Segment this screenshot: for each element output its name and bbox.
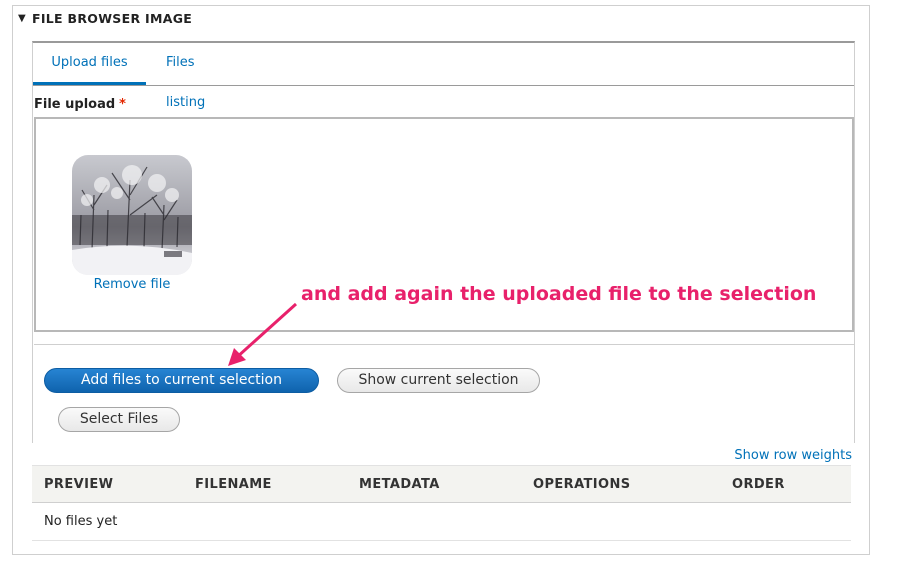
- annotation-arrow-icon: [228, 302, 298, 366]
- fieldset-legend[interactable]: ▼ FILE BROWSER IMAGE: [18, 11, 192, 26]
- required-marker: *: [119, 97, 126, 112]
- add-files-to-selection-button[interactable]: Add files to current selection: [44, 368, 319, 393]
- remove-file-link[interactable]: Remove file: [82, 277, 182, 292]
- column-preview: PREVIEW: [32, 465, 183, 503]
- file-upload-label: File upload *: [34, 97, 126, 112]
- table-header-row: PREVIEW FILENAME METADATA OPERATIONS ORD…: [32, 465, 851, 503]
- table-row: No files yet: [32, 502, 851, 541]
- tab-upload-files[interactable]: Upload files: [33, 43, 146, 85]
- uploaded-image-thumbnail: [72, 155, 192, 275]
- column-filename: FILENAME: [183, 465, 347, 503]
- collapse-triangle-icon[interactable]: ▼: [18, 13, 26, 24]
- column-metadata: METADATA: [347, 465, 521, 503]
- fieldset-title: FILE BROWSER IMAGE: [32, 11, 193, 26]
- snowy-forest-image-icon: [72, 155, 192, 275]
- section-divider: [34, 344, 854, 345]
- files-table: PREVIEW FILENAME METADATA OPERATIONS ORD…: [32, 465, 851, 541]
- show-row-weights-link[interactable]: Show row weights: [734, 448, 852, 463]
- column-order: ORDER: [720, 465, 851, 503]
- show-current-selection-button[interactable]: Show current selection: [337, 368, 540, 393]
- annotation-callout: and add again the uploaded file to the s…: [297, 283, 821, 305]
- column-operations: OPERATIONS: [521, 465, 720, 503]
- select-files-button[interactable]: Select Files: [58, 407, 180, 432]
- tab-files-listing[interactable]: Files listing: [166, 43, 236, 110]
- empty-table-message: No files yet: [32, 502, 851, 541]
- tab-bar: Upload files Files listing: [33, 43, 854, 110]
- file-upload-label-text: File upload: [34, 97, 116, 112]
